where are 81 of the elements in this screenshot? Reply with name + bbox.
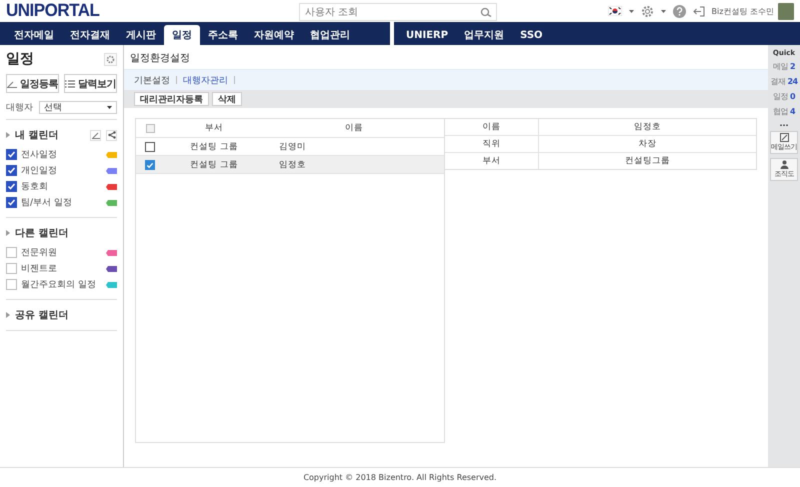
- nav-tab[interactable]: 일정: [164, 25, 200, 45]
- search-icon[interactable]: [480, 7, 492, 17]
- sidebar-title: 일정: [6, 50, 34, 68]
- schedule-add-button[interactable]: 일정등록: [6, 74, 59, 93]
- checkbox[interactable]: [6, 181, 17, 192]
- checkbox[interactable]: [6, 149, 17, 160]
- logout-icon[interactable]: [692, 6, 705, 16]
- nav-tab[interactable]: 전자메일: [6, 25, 62, 45]
- nav-tab[interactable]: 전자결재: [62, 25, 118, 45]
- checkbox[interactable]: [6, 165, 17, 176]
- more-link[interactable]: ...: [779, 121, 789, 127]
- caret-icon: [628, 10, 634, 12]
- calendar-name[interactable]: 전문위원: [21, 246, 102, 259]
- calendar-name[interactable]: 비젠트로: [21, 262, 102, 275]
- table-cell-text: 컨설팅 그룹: [189, 158, 239, 170]
- delegate-label: 대행자: [6, 102, 33, 114]
- table-cell-text: 김영미: [278, 140, 306, 152]
- checkbox[interactable]: [6, 197, 17, 208]
- person-icon: [780, 160, 788, 169]
- expand-arrow-icon[interactable]: [6, 312, 10, 318]
- nav-tab[interactable]: 주소록: [200, 25, 246, 45]
- pencil-icon: [7, 80, 18, 88]
- subtab[interactable]: 대행자관리: [183, 74, 228, 86]
- copyright-text: Copyright © 2018 Bizentro. All Rights Reserved.: [0, 467, 800, 487]
- field-label: 이름: [445, 119, 539, 135]
- checkbox[interactable]: [6, 279, 17, 290]
- delegate-select[interactable]: 선택: [39, 101, 117, 114]
- select-all-checkbox[interactable]: [146, 124, 154, 132]
- nav-tab[interactable]: 업무지원: [456, 25, 512, 45]
- field-label: 부서: [445, 153, 539, 169]
- checkbox[interactable]: [145, 142, 155, 152]
- avatar[interactable]: [778, 2, 794, 20]
- caret-icon: [660, 10, 666, 12]
- calendar-name[interactable]: 팀/부서 일정: [21, 196, 102, 209]
- page-title: 일정환경설정: [129, 52, 191, 66]
- calendar-group-title[interactable]: 내 캘린더: [15, 128, 85, 142]
- delete-button[interactable]: 삭제: [212, 92, 242, 106]
- logo[interactable]: UNIPORTAL: [6, 0, 100, 22]
- edit-button[interactable]: [90, 130, 101, 140]
- calendar-name[interactable]: 전사일정: [21, 148, 102, 161]
- nav-tab[interactable]: 협업관리: [302, 25, 358, 45]
- flag-icon[interactable]: [608, 6, 622, 16]
- pencil-icon: [780, 133, 788, 142]
- checkbox[interactable]: [6, 247, 17, 258]
- calendar-group-title[interactable]: 공유 캘린더: [15, 308, 117, 322]
- expand-arrow-icon[interactable]: [6, 230, 10, 236]
- nav-tab[interactable]: 게시판: [118, 25, 164, 45]
- checkbox[interactable]: [6, 263, 17, 274]
- quick-link[interactable]: 일정 0: [772, 91, 796, 102]
- register-button[interactable]: 대리관리자등록: [134, 92, 209, 106]
- field-value: 차장: [638, 138, 658, 150]
- quick-link[interactable]: 메일 2: [772, 61, 796, 72]
- calendar-name[interactable]: 개인일정: [21, 164, 102, 177]
- calendar-name[interactable]: 동호회: [21, 180, 102, 193]
- search-field[interactable]: 사용자 조회: [299, 3, 497, 21]
- calendar-view-button[interactable]: 달력보기: [64, 74, 117, 93]
- field-value: 컨설팅그룹: [624, 155, 671, 167]
- table-row[interactable]: 컨설팅 그룹 임정호: [136, 156, 444, 174]
- user-name[interactable]: Biz컨설팅 조수민: [712, 6, 774, 16]
- settings-icon[interactable]: [640, 4, 654, 18]
- column-header: 이름: [344, 122, 364, 134]
- nav-tab[interactable]: SSO: [512, 25, 551, 45]
- list-icon: [65, 80, 76, 88]
- settings-button[interactable]: [104, 52, 117, 66]
- expand-arrow-icon[interactable]: [6, 132, 10, 138]
- table-cell-text: 임정호: [278, 158, 306, 170]
- table-cell-text: 컨설팅 그룹: [189, 140, 239, 152]
- calendar-group-title[interactable]: 다른 캘린더: [15, 226, 117, 240]
- field-label: 직위: [445, 136, 539, 152]
- share-button[interactable]: [106, 130, 117, 140]
- checkbox[interactable]: [145, 160, 155, 170]
- nav-tab[interactable]: 자원예약: [246, 25, 302, 45]
- subtab[interactable]: 기본설정: [134, 74, 170, 86]
- caret-icon: [107, 106, 112, 109]
- nav-tab[interactable]: UNIERP: [398, 25, 456, 45]
- quick-link[interactable]: 결재 24: [770, 76, 798, 87]
- column-header: 부서: [204, 122, 224, 134]
- field-value: 임정호: [633, 121, 662, 133]
- help-icon[interactable]: [672, 4, 686, 18]
- quick-link[interactable]: 협업 4: [772, 106, 796, 117]
- calendar-name[interactable]: 월간주요회의 일정: [21, 278, 102, 291]
